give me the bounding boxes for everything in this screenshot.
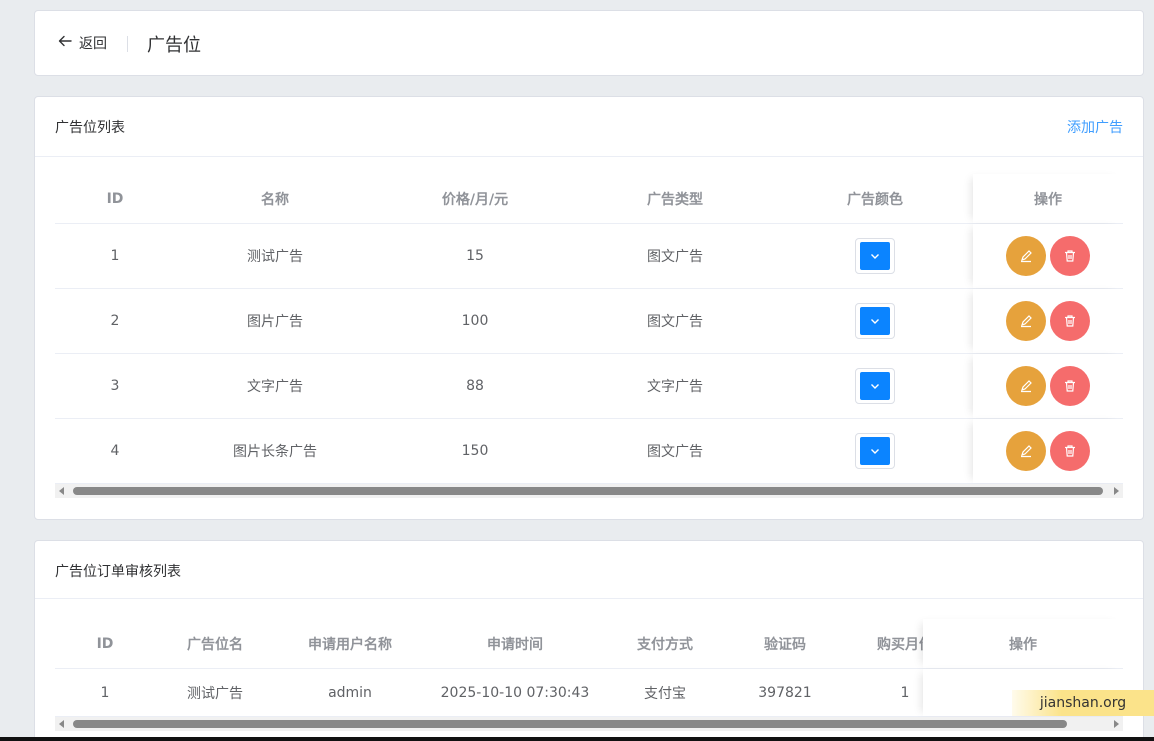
cell-type: 图文广告 [647, 249, 703, 265]
page-title: 广告位 [147, 35, 201, 56]
column-header-user: 申请用户名称 [308, 636, 392, 653]
chevron-down-icon [871, 319, 879, 324]
trash-icon [1065, 315, 1075, 327]
watermark: jianshan.org [1012, 690, 1154, 716]
header-card: 返回 广告位 [34, 10, 1144, 76]
table-row: 1 测试广告 15 图文广告 [55, 224, 1123, 289]
cell-user: admin [328, 684, 372, 701]
cell-color [775, 238, 975, 274]
column-header-slot: 广告位名 [187, 636, 243, 653]
cell-code: 397821 [758, 684, 812, 701]
header-divider [127, 36, 128, 52]
column-header-code: 验证码 [764, 636, 806, 653]
edit-icon [1021, 445, 1032, 458]
delete-button[interactable] [1050, 366, 1090, 406]
column-header-price: 价格/月/元 [441, 191, 509, 208]
order-review-header: 广告位订单审核列表 [35, 541, 1143, 599]
scroll-left-icon[interactable] [55, 717, 69, 731]
color-picker[interactable] [855, 303, 895, 339]
cell-price: 88 [466, 378, 484, 394]
column-header-actions: 操作 [923, 619, 1123, 668]
scroll-thumb[interactable] [73, 487, 1103, 495]
color-picker[interactable] [855, 368, 895, 404]
column-header-type: 广告类型 [647, 191, 703, 208]
edit-button[interactable] [1006, 431, 1046, 471]
cell-price: 150 [461, 443, 489, 459]
edit-icon [1021, 380, 1032, 393]
cell-id: 2 [110, 313, 120, 329]
column-header-payment: 支付方式 [637, 636, 693, 653]
ad-slot-list-title: 广告位列表 [55, 120, 125, 136]
scroll-right-icon[interactable] [1109, 717, 1123, 731]
ad-slot-list-card: 广告位列表 添加广告 ID 名称 价格/月/元 广告类型 广告颜色 操作 1 测… [34, 96, 1144, 520]
scroll-left-icon[interactable] [55, 484, 69, 498]
cell-color [775, 303, 975, 339]
cell-name: 测试广告 [247, 249, 303, 265]
cell-type: 图文广告 [647, 314, 703, 330]
edit-icon [1021, 315, 1032, 328]
scroll-thumb[interactable] [73, 720, 1067, 728]
color-picker[interactable] [855, 238, 895, 274]
order-review-title: 广告位订单审核列表 [55, 564, 181, 580]
chevron-down-icon [871, 449, 879, 454]
row-actions [973, 224, 1123, 288]
table-row: 4 图片长条广告 150 图文广告 [55, 419, 1123, 484]
column-header-name: 名称 [261, 191, 289, 208]
cell-color [775, 433, 975, 469]
trash-icon [1065, 380, 1075, 392]
back-button[interactable]: 返回 [57, 33, 107, 53]
horizontal-scrollbar[interactable] [55, 717, 1123, 731]
table-row: 2 图片广告 100 图文广告 [55, 289, 1123, 354]
column-header-id: ID [106, 190, 124, 207]
column-header-actions: 操作 [973, 174, 1123, 223]
row-actions [973, 419, 1123, 483]
edit-icon [1021, 250, 1032, 263]
add-ad-button[interactable]: 添加广告 [1067, 117, 1123, 137]
back-label: 返回 [79, 36, 107, 52]
chevron-down-icon [871, 254, 879, 259]
edit-button[interactable] [1006, 236, 1046, 276]
cell-id: 4 [110, 443, 120, 459]
cell-name: 文字广告 [247, 379, 303, 395]
delete-button[interactable] [1050, 301, 1090, 341]
edit-button[interactable] [1006, 301, 1046, 341]
cell-price: 100 [461, 313, 489, 329]
horizontal-scrollbar[interactable] [55, 484, 1123, 498]
scroll-right-icon[interactable] [1109, 484, 1123, 498]
cell-price: 15 [466, 248, 484, 264]
column-header-color: 广告颜色 [847, 191, 903, 208]
order-table: ID 广告位名 申请用户名称 申请时间 支付方式 验证码 购买月份 操作 1 测… [55, 619, 1123, 731]
column-header-time: 申请时间 [487, 636, 543, 653]
back-arrow-icon [57, 33, 73, 53]
cell-id: 1 [110, 248, 120, 264]
cell-slot: 测试广告 [187, 685, 243, 702]
ad-slot-list-header: 广告位列表 添加广告 [35, 97, 1143, 157]
cell-id: 3 [110, 378, 120, 394]
bottom-edge [0, 737, 1154, 741]
cell-name: 图片长条广告 [233, 444, 317, 460]
table-row: 3 文字广告 88 文字广告 [55, 354, 1123, 419]
cell-type: 文字广告 [647, 379, 703, 395]
cell-name: 图片广告 [247, 314, 303, 330]
delete-button[interactable] [1050, 236, 1090, 276]
cell-type: 图文广告 [647, 444, 703, 460]
delete-button[interactable] [1050, 431, 1090, 471]
row-actions [973, 354, 1123, 418]
table-row: 1 测试广告 admin 2025-10-10 07:30:43 支付宝 397… [55, 669, 1123, 717]
table-header-row: ID 名称 价格/月/元 广告类型 广告颜色 操作 [55, 174, 1123, 224]
order-review-card: 广告位订单审核列表 ID 广告位名 申请用户名称 申请时间 支付方式 验证码 购… [34, 540, 1144, 741]
ad-slot-table: ID 名称 价格/月/元 广告类型 广告颜色 操作 1 测试广告 15 图文广告… [55, 174, 1123, 498]
trash-icon [1065, 250, 1075, 262]
table-header-row: ID 广告位名 申请用户名称 申请时间 支付方式 验证码 购买月份 操作 [55, 619, 1123, 669]
edit-button[interactable] [1006, 366, 1046, 406]
color-picker[interactable] [855, 433, 895, 469]
chevron-down-icon [871, 384, 879, 389]
cell-id: 1 [100, 684, 110, 701]
cell-color [775, 368, 975, 404]
column-header-id: ID [96, 635, 114, 652]
cell-payment: 支付宝 [644, 685, 686, 702]
row-actions [973, 289, 1123, 353]
trash-icon [1065, 445, 1075, 457]
cell-time: 2025-10-10 07:30:43 [440, 684, 590, 701]
